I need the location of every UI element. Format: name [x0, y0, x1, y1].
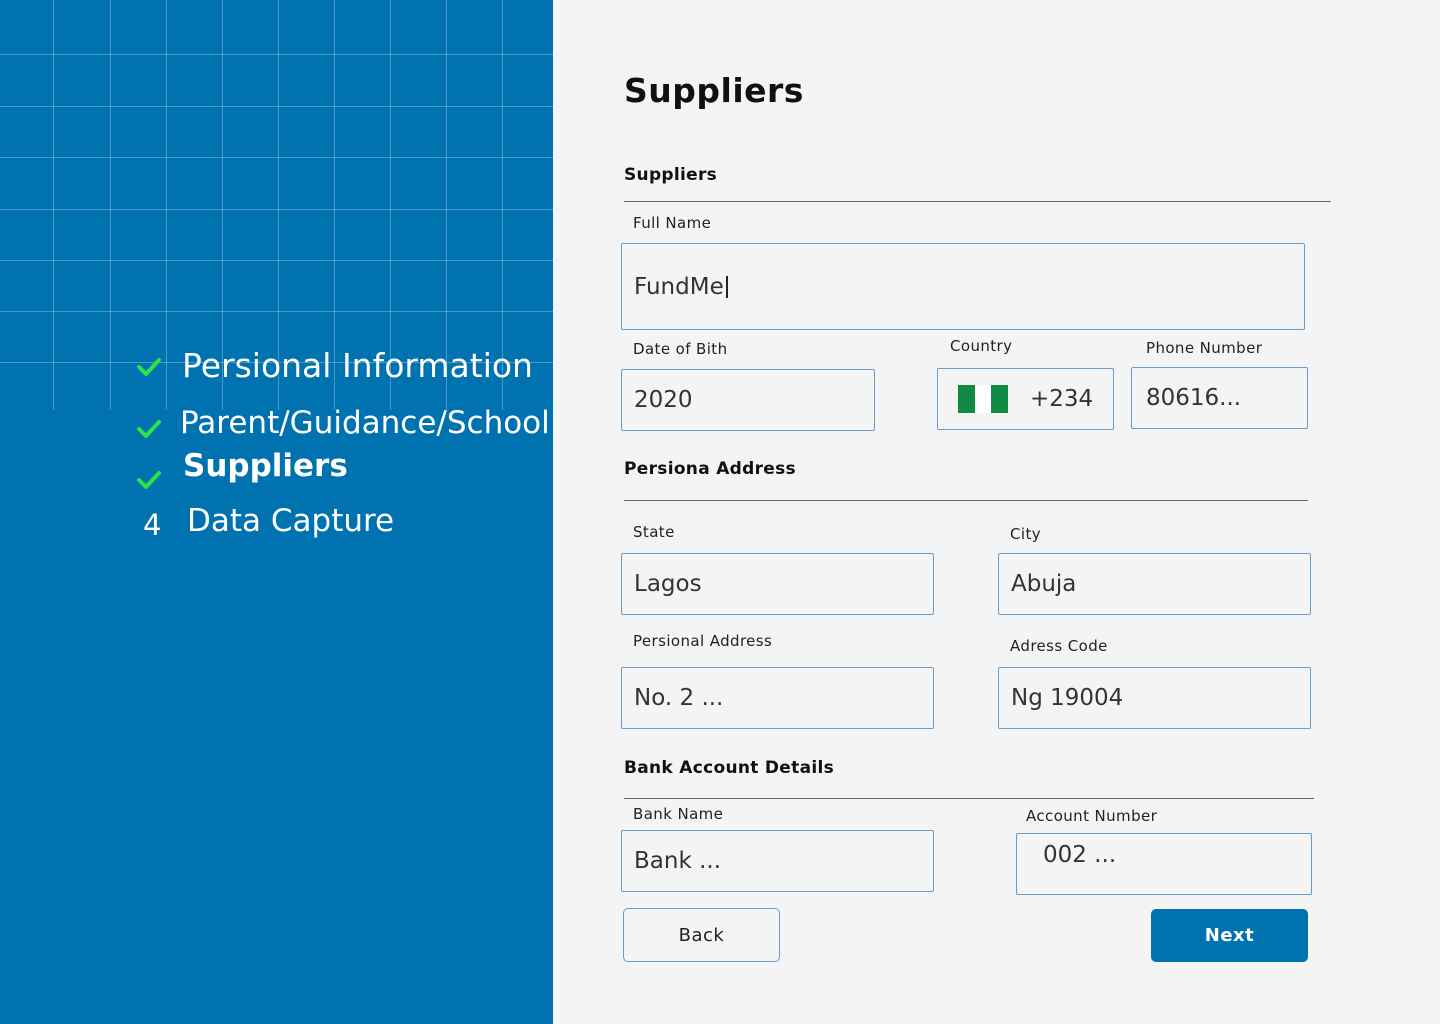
address-value: No. 2 ...: [634, 685, 724, 711]
city-label: City: [1010, 525, 1041, 543]
section-title-suppliers: Suppliers: [624, 165, 718, 185]
check-icon: [137, 358, 161, 376]
section-title-bank: Bank Account Details: [624, 758, 835, 778]
check-icon: [137, 471, 161, 489]
address-code-label: Adress Code: [1010, 637, 1108, 655]
country-code-select[interactable]: +234: [937, 368, 1114, 430]
dob-label: Date of Bith: [633, 340, 728, 358]
grid-line: [0, 106, 553, 107]
address-code-value: Ng 19004: [1011, 685, 1124, 711]
address-input[interactable]: No. 2 ...: [621, 667, 934, 729]
account-number-value: 002 ...: [1043, 842, 1117, 868]
text-caret: [725, 275, 728, 298]
city-value: Abuja: [1011, 571, 1077, 597]
dob-value: 2020: [634, 387, 693, 413]
back-button[interactable]: Back: [623, 908, 780, 962]
grid-line: [166, 0, 167, 410]
step-label: Data Capture: [187, 503, 395, 539]
page-title: Suppliers: [624, 71, 804, 110]
address-code-input[interactable]: Ng 19004: [998, 667, 1311, 729]
state-value: Lagos: [634, 571, 702, 597]
grid-line: [110, 0, 111, 410]
section-divider: [624, 201, 1331, 202]
dob-input[interactable]: 2020: [621, 369, 875, 431]
city-input[interactable]: Abuja: [998, 553, 1311, 615]
grid-line: [53, 0, 54, 410]
full-name-input[interactable]: FundMe: [621, 243, 1305, 330]
bank-name-label: Bank Name: [633, 805, 724, 823]
address-label: Persional Address: [633, 632, 773, 650]
state-input[interactable]: Lagos: [621, 553, 934, 615]
country-label: Country: [950, 337, 1013, 355]
grid-line: [0, 260, 553, 261]
account-number-label: Account Number: [1026, 807, 1158, 825]
section-title-address: Persiona Address: [624, 459, 796, 479]
section-divider: [624, 500, 1308, 501]
grid-line: [0, 311, 553, 312]
sidebar: Persional Information Parent/Guidance/Sc…: [0, 0, 553, 1024]
full-name-value: FundMe: [634, 273, 724, 300]
phone-label: Phone Number: [1146, 339, 1263, 357]
grid-line: [0, 209, 553, 210]
phone-value: 80616...: [1146, 385, 1242, 411]
grid-line: [0, 157, 553, 158]
state-label: State: [633, 523, 675, 541]
step-number: 4: [143, 508, 162, 542]
grid-line: [0, 54, 553, 55]
phone-input[interactable]: 80616...: [1131, 367, 1308, 429]
next-button[interactable]: Next: [1151, 909, 1308, 962]
check-icon: [137, 420, 161, 438]
full-name-label: Full Name: [633, 214, 712, 232]
step-label: Suppliers: [183, 448, 348, 484]
country-code-value: +234: [1030, 386, 1094, 412]
bank-name-value: Bank ...: [634, 848, 722, 874]
step-label: Persional Information: [182, 346, 533, 385]
section-divider: [624, 798, 1314, 799]
step-label: Parent/Guidance/School: [180, 405, 550, 441]
nigeria-flag-icon: [958, 385, 1009, 413]
bank-name-input[interactable]: Bank ...: [621, 830, 934, 892]
account-number-input[interactable]: 002 ...: [1016, 833, 1312, 895]
